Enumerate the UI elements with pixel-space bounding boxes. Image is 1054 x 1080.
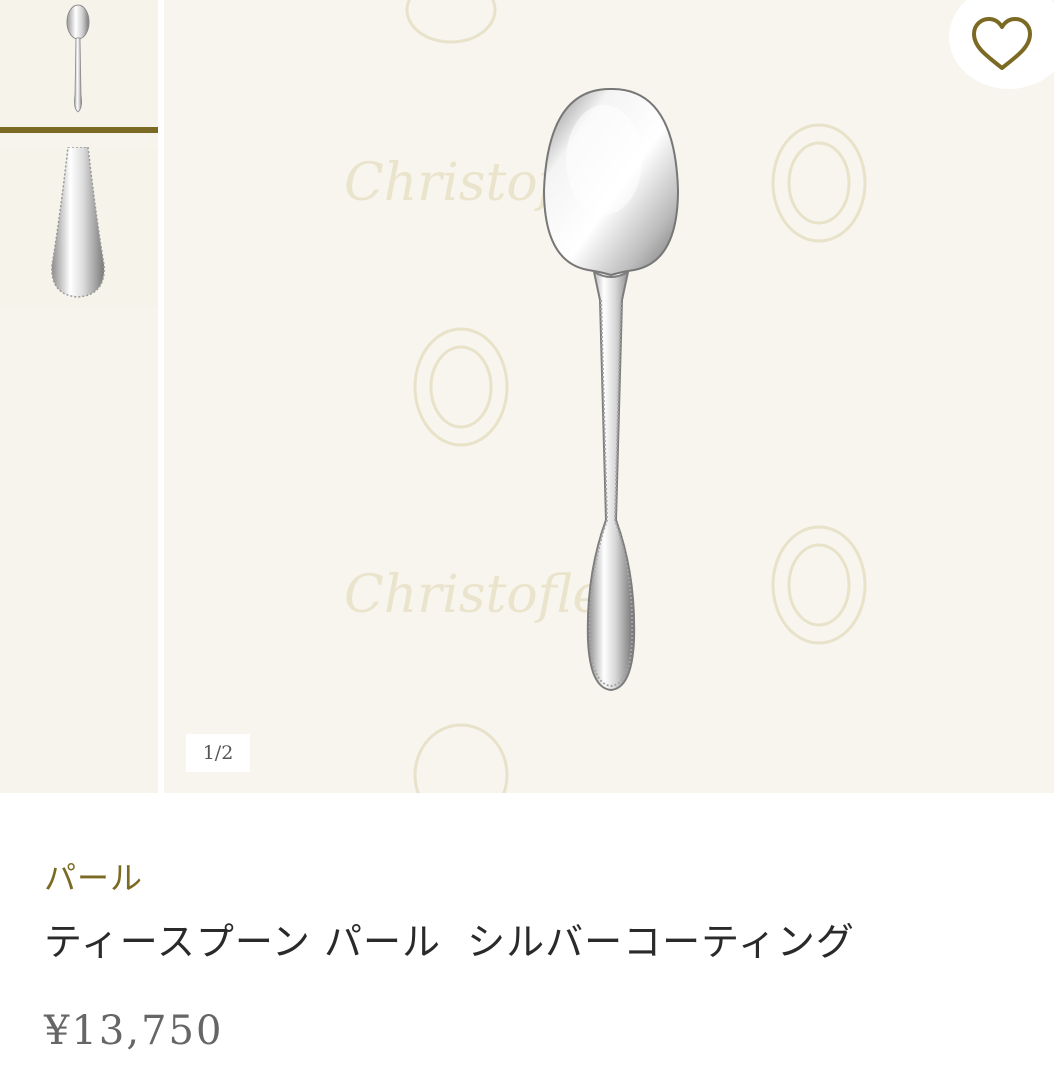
product-price: ¥13,750 <box>44 1008 224 1054</box>
heart-outline-icon <box>972 17 1032 70</box>
product-info: パール ティースプーン パール シルバーコーティング ¥13,750 <box>0 793 1054 1080</box>
collection-name[interactable]: パール <box>44 853 143 899</box>
product-page: Christofle Christofle 1/2 パール ティースプーン パー… <box>0 0 1054 1080</box>
thumbnail-full-spoon[interactable] <box>0 0 158 133</box>
product-main-image[interactable]: Christofle Christofle <box>164 0 1054 793</box>
product-title: ティースプーン パール シルバーコーティング <box>44 920 855 964</box>
thumbnail-active-indicator <box>0 127 158 133</box>
image-counter: 1/2 <box>186 734 250 772</box>
watermark-text-bottom: Christofle <box>344 565 603 625</box>
thumbnail-handle-detail[interactable] <box>0 147 158 307</box>
product-gallery: Christofle Christofle 1/2 <box>0 0 1054 793</box>
thumbnail-rail <box>0 0 158 793</box>
